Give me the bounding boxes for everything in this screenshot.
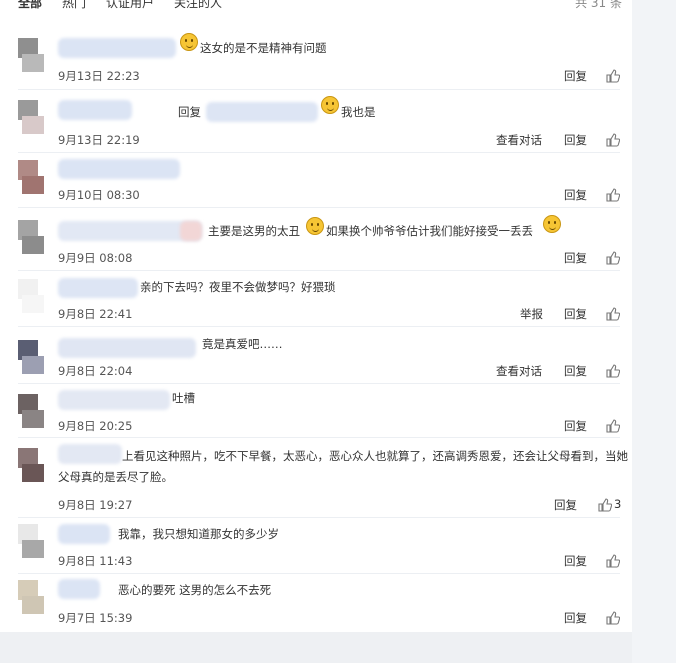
comment-time: 9月9日 08:08 (58, 251, 133, 265)
smile-emoji-icon (180, 33, 198, 51)
thumbs-up-icon[interactable] (606, 69, 620, 83)
avatar[interactable] (18, 160, 44, 194)
comment-item: 上看见这种照片，吃不下早餐，太恶心，恶心众人也就算了，还高调秀恩爱，还会让父母看… (0, 438, 632, 518)
avatar[interactable] (18, 580, 44, 614)
comment-item: 亲的下去吗？夜里不会做梦吗？好猥琐 9月8日 22:41 举报 回复 (0, 271, 632, 327)
avatar[interactable] (18, 394, 44, 428)
comment-time: 9月10日 08:30 (58, 188, 140, 202)
tab-following[interactable]: 关注的人 (174, 0, 222, 11)
comment-item: 吐槽 9月8日 20:25 回复 (0, 384, 632, 438)
comment-time: 9月8日 19:27 (58, 498, 133, 512)
username-blurred[interactable] (58, 278, 138, 298)
comment-time: 9月8日 22:04 (58, 364, 133, 378)
comment-text-continued: 如果换个帅爷爷估计我们能好接受一丢丢 (326, 224, 533, 238)
username-blurred[interactable] (58, 338, 196, 358)
laughing-emoji-icon (306, 217, 324, 235)
reply-button[interactable]: 回复 (564, 418, 587, 434)
comment-text: 亲的下去吗？夜里不会做梦吗？好猥琐 (140, 280, 336, 294)
reply-button[interactable]: 回复 (564, 250, 587, 266)
comment-filter-bar: 全部 热门 认证用户 关注的人 共 31 条 (0, 0, 632, 24)
username-blurred[interactable] (58, 159, 180, 179)
user-badge-blurred (180, 221, 202, 241)
avatar[interactable] (18, 448, 44, 482)
username-blurred[interactable] (58, 38, 176, 58)
comment-text: 我靠，我只想知道那女的多少岁 (118, 527, 279, 541)
comment-text: 我也是 (341, 105, 376, 119)
username-blurred[interactable] (58, 100, 132, 120)
thumbs-up-icon[interactable] (606, 188, 620, 202)
thumbs-up-icon[interactable] (606, 554, 620, 568)
reply-to-label: 回复 (178, 105, 201, 119)
comment-text: 竟是真爱吧…… (202, 337, 283, 351)
thumbs-up-icon[interactable] (606, 133, 620, 147)
reply-button[interactable]: 回复 (564, 187, 587, 203)
comment-text: 上看见这种照片，吃不下早餐，太恶心，恶心众人也就算了，还高调秀恩爱，还会让父母看… (58, 449, 628, 484)
comment-text: 恶心的要死 这男的怎么不去死 (118, 583, 272, 597)
view-conversation-link[interactable]: 查看对话 (496, 363, 542, 379)
comment-item: 回复 我也是 9月13日 22:19 查看对话 回复 (0, 90, 632, 153)
thumbs-up-icon[interactable] (606, 251, 620, 265)
reply-button[interactable]: 回复 (564, 610, 587, 626)
like-count: 3 (614, 497, 622, 511)
comment-item: 竟是真爱吧…… 9月8日 22:04 查看对话 回复 (0, 327, 632, 384)
reply-button[interactable]: 回复 (564, 132, 587, 148)
comment-text: 吐槽 (172, 391, 195, 405)
comment-item: 恶心的要死 这男的怎么不去死 9月7日 15:39 回复 (0, 574, 632, 632)
reply-button[interactable]: 回复 (554, 497, 577, 513)
comment-time: 9月8日 22:41 (58, 307, 133, 321)
thumbs-up-icon[interactable] (606, 611, 620, 625)
username-blurred[interactable] (58, 390, 170, 410)
comment-time: 9月7日 15:39 (58, 611, 133, 625)
reply-button[interactable]: 回复 (564, 363, 587, 379)
reply-to-username-blurred[interactable] (206, 102, 318, 122)
comment-time: 9月13日 22:19 (58, 133, 140, 147)
tab-verified-users[interactable]: 认证用户 (106, 0, 154, 11)
page-background-right (632, 0, 676, 663)
comment-item: 这女的是不是精神有问题 9月13日 22:23 回复 (0, 28, 632, 90)
thumbs-up-icon[interactable] (606, 419, 620, 433)
comment-time: 9月8日 11:43 (58, 554, 133, 568)
comment-item: 9月10日 08:30 回复 (0, 153, 632, 208)
comment-text: 这女的是不是精神有问题 (200, 41, 327, 55)
avatar[interactable] (18, 524, 44, 558)
comment-total-count: 共 31 条 (575, 0, 622, 10)
tab-all[interactable]: 全部 (18, 0, 42, 11)
thumbs-up-icon[interactable] (606, 307, 620, 321)
avatar[interactable] (18, 279, 44, 313)
cat-emoji-icon (543, 215, 561, 233)
comment-item: 我靠，我只想知道那女的多少岁 9月8日 11:43 回复 (0, 518, 632, 574)
thumbs-up-icon[interactable] (598, 498, 612, 512)
comment-item: 主要是这男的太丑 如果换个帅爷爷估计我们能好接受一丢丢 9月9日 08:08 回… (0, 208, 632, 271)
comment-panel: 全部 热门 认证用户 关注的人 共 31 条 这女的是不是精神有问题 9月13日… (0, 0, 632, 632)
smile-emoji-icon (321, 96, 339, 114)
reply-button[interactable]: 回复 (564, 553, 587, 569)
report-button[interactable]: 举报 (520, 306, 543, 322)
reply-button[interactable]: 回复 (564, 306, 587, 322)
comment-time: 9月8日 20:25 (58, 419, 133, 433)
avatar[interactable] (18, 38, 44, 72)
comment-time: 9月13日 22:23 (58, 69, 140, 83)
username-blurred[interactable] (58, 524, 110, 544)
avatar[interactable] (18, 340, 44, 374)
comment-text: 主要是这男的太丑 (208, 224, 300, 238)
avatar[interactable] (18, 220, 44, 254)
avatar[interactable] (18, 100, 44, 134)
thumbs-up-icon[interactable] (606, 364, 620, 378)
reply-button[interactable]: 回复 (564, 68, 587, 84)
view-conversation-link[interactable]: 查看对话 (496, 132, 542, 148)
username-blurred[interactable] (58, 579, 100, 599)
tab-hot[interactable]: 热门 (62, 0, 86, 11)
